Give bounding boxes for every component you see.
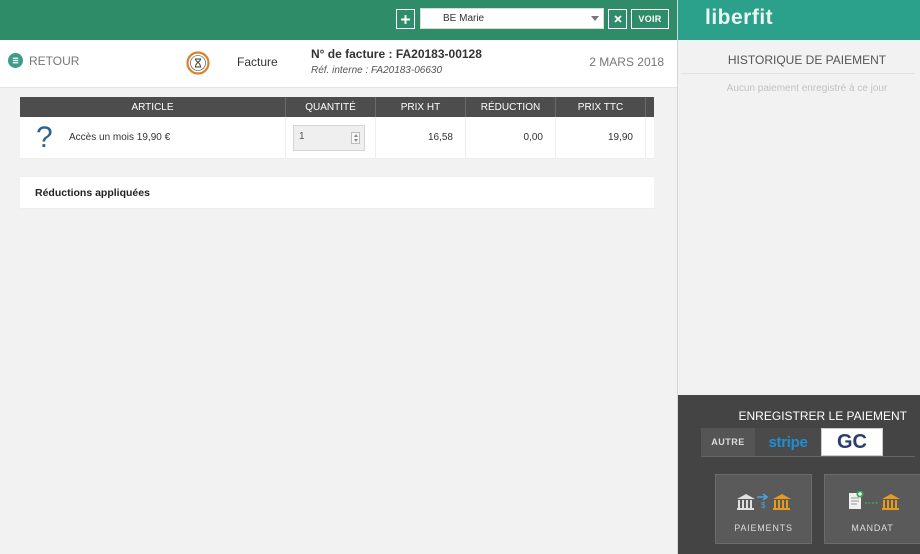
bank-transfer-icon: $: [736, 493, 791, 510]
payment-history-empty: Aucun paiement enregistré à ce jour: [726, 83, 888, 94]
article-name: Accès un mois 19,90 €: [69, 132, 171, 143]
top-bar: BE Marie VOIR: [0, 0, 677, 40]
close-icon: [613, 15, 622, 23]
invoice-date: 2 MARS 2018: [589, 55, 664, 69]
tab-autre[interactable]: AUTRE: [701, 428, 755, 456]
payment-method-tabs: AUTRE stripe GC: [701, 428, 883, 456]
clear-client-button[interactable]: [608, 9, 627, 29]
invoice-items-table: ARTICLE QUANTITÉ PRIX HT RÉDUCTION PRIX …: [20, 97, 654, 159]
client-select-value: BE Marie: [443, 13, 485, 24]
article-cell: ? Accès un mois 19,90 €: [20, 117, 286, 158]
column-header-quantity: QUANTITÉ: [286, 97, 376, 117]
paiements-button[interactable]: $ PAIEMENTS: [715, 474, 812, 544]
list-icon: [8, 53, 23, 68]
document-type: Facture: [237, 55, 278, 69]
price-ht-cell: 16,58: [376, 117, 466, 158]
add-client-button[interactable]: [396, 9, 415, 29]
table-row: ? Accès un mois 19,90 € 1 16,58 0,00 19,…: [20, 117, 654, 159]
payment-sidebar: liberfit HISTORIQUE DE PAIEMENT Aucun pa…: [677, 0, 920, 554]
column-header-reduction: RÉDUCTION: [466, 97, 556, 117]
tab-gocardless[interactable]: GC: [821, 428, 883, 456]
sidebar-header: liberfit: [678, 0, 920, 40]
table-header: ARTICLE QUANTITÉ PRIX HT RÉDUCTION PRIX …: [20, 97, 654, 117]
divider: [681, 73, 915, 74]
row-spacer: [646, 117, 654, 158]
hourglass-icon: [186, 51, 210, 75]
plus-icon: [401, 14, 410, 24]
client-select[interactable]: BE Marie: [420, 8, 604, 29]
quantity-value: 1: [299, 130, 305, 142]
column-header-article: ARTICLE: [20, 97, 286, 117]
mandat-button[interactable]: MANDAT: [824, 474, 920, 544]
quantity-stepper[interactable]: 1: [293, 124, 365, 151]
applied-reductions-section: Réductions appliquées: [20, 176, 654, 209]
voir-button[interactable]: VOIR: [631, 9, 669, 29]
chevron-down-icon: [591, 16, 599, 21]
mandate-icon: [848, 491, 900, 510]
applied-reductions-title: Réductions appliquées: [35, 187, 150, 199]
column-header-spacer: [646, 97, 654, 117]
column-header-price-ttc: PRIX TTC: [556, 97, 646, 117]
mandat-label: MANDAT: [851, 523, 894, 533]
quantity-cell: 1: [286, 117, 376, 158]
register-payment-panel: ENREGISTRER LE PAIEMENT AUTRE stripe GC …: [678, 395, 920, 554]
tab-stripe[interactable]: stripe: [755, 428, 821, 456]
paiements-label: PAIEMENTS: [734, 523, 793, 533]
svg-text:$: $: [761, 501, 766, 510]
reduction-cell: 0,00: [466, 117, 556, 158]
column-header-price-ht: PRIX HT: [376, 97, 466, 117]
back-label: RETOUR: [29, 53, 80, 68]
question-mark-icon: ?: [36, 120, 53, 154]
invoice-header: RETOUR Facture N° de facture : FA20183-0…: [0, 40, 677, 88]
register-payment-title: ENREGISTRER LE PAIEMENT: [738, 409, 907, 423]
tabs-underline: [701, 456, 915, 457]
invoice-number: N° de facture : FA20183-00128: [311, 47, 482, 61]
liberfit-logo: liberfit: [705, 6, 774, 29]
internal-reference: Réf. interne : FA20183-06630: [311, 65, 443, 76]
price-ttc-cell: 19,90: [556, 117, 646, 158]
payment-history-title: HISTORIQUE DE PAIEMENT: [727, 53, 887, 67]
back-button[interactable]: RETOUR: [8, 53, 79, 68]
spinner-arrows-icon[interactable]: [351, 131, 360, 144]
